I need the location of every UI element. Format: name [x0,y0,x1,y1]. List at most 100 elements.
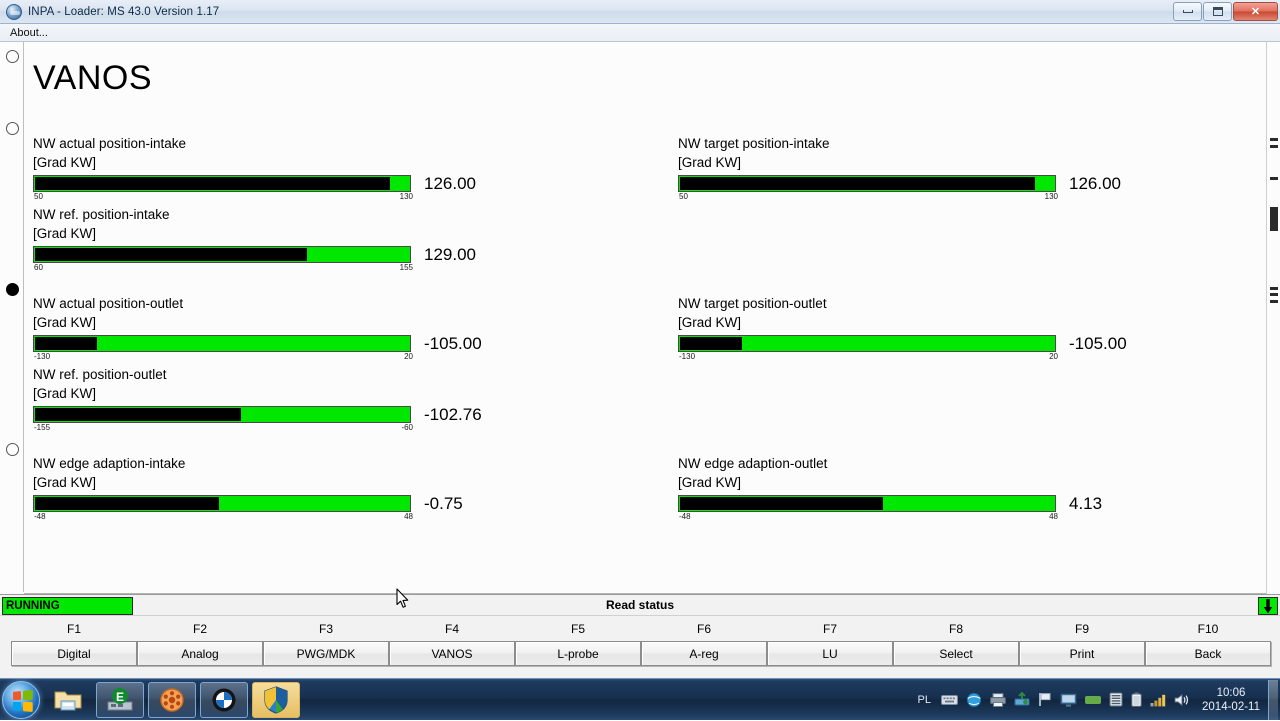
window-title-bar[interactable]: INPA - Loader: MS 43.0 Version 1.17 ✕ [0,0,1280,24]
fkey-group-f8: F8 Select [893,616,1019,666]
gauge-unit: [Grad KW] [33,315,97,330]
green-status-icon[interactable] [1085,694,1102,706]
gauge-nw-ref-position-outlet: NW ref. position-outlet [Grad KW] -102.7… [33,365,493,434]
rail-tick [1270,177,1278,180]
gauge-scale-min: -130 [34,352,51,361]
gauge-scale: 60 155 [33,263,413,274]
maximize-icon [1212,6,1223,16]
gauge-scale: -48 48 [678,512,1058,523]
clock-time: 10:06 [1216,686,1246,699]
gutter-marker-4[interactable] [6,443,19,456]
gauge-scale-max: 48 [1049,512,1058,521]
bmw-logo-icon [212,688,236,711]
fkey-button-back[interactable]: Back [1145,641,1271,666]
gauge-nw-actual-position-outlet: NW actual position-outlet [Grad KW] -105… [33,294,493,363]
client-area: VANOS NW actual position-intake [Grad KW… [0,42,1280,678]
gauge-bar [33,175,411,192]
gauge-label: NW target position-outlet [678,296,827,311]
printer-icon[interactable] [990,692,1006,707]
gauge-bar [33,406,411,423]
right-rail[interactable] [1266,42,1280,594]
taskbar-item-ediabas[interactable]: E [96,681,144,718]
fkey-button-vanos[interactable]: VANOS [389,641,515,666]
gauge-scale-min: 60 [34,263,43,272]
fkey-button-pwg-mdk[interactable]: PWG/MDK [263,641,389,666]
maximize-button[interactable] [1203,1,1232,21]
taskbar-item-bmw-tool[interactable] [200,681,248,718]
battery-list-icon[interactable] [1109,692,1123,707]
gutter-marker-2[interactable] [6,122,19,135]
gauge-bar-fill [35,497,219,510]
gauge-unit: [Grad KW] [678,155,742,170]
rail-tick [1270,207,1278,231]
fkey-group-f6: F6 A-reg [641,616,767,666]
minimize-button[interactable] [1173,1,1202,21]
gutter-marker-3-selected[interactable] [6,283,19,296]
safely-remove-icon[interactable] [1014,692,1030,707]
gauge-label: NW ref. position-outlet [33,367,167,382]
flag-icon[interactable] [1038,692,1052,707]
gauge-nw-edge-adaption-intake: NW edge adaption-intake [Grad KW] -0.75 … [33,454,493,523]
gauge-nw-edge-adaption-outlet: NW edge adaption-outlet [Grad KW] 4.13 -… [678,454,1138,523]
fkey-button-select[interactable]: Select [893,641,1019,666]
gauge-nw-ref-position-intake: NW ref. position-intake [Grad KW] 129.00… [33,205,493,274]
gutter-marker-1[interactable] [6,50,19,63]
read-status-label: Read status [605,598,675,612]
taskbar-item-windows-explorer[interactable] [44,682,92,718]
fkey-group-f9: F9 Print [1019,616,1145,666]
window-controls: ✕ [1172,1,1280,22]
gauge-nw-actual-position-intake: NW actual position-intake [Grad KW] 126.… [33,134,493,203]
gauge-scale-max: 130 [399,192,413,201]
gauge-bar [33,246,411,263]
gauge-bar-fill [680,497,884,510]
start-button[interactable] [2,680,40,719]
gauge-nw-target-position-intake: NW target position-intake [Grad KW] 126.… [678,134,1138,203]
fkey-button-l-probe[interactable]: L-probe [515,641,641,666]
taskbar-item-inpa[interactable] [148,681,196,718]
close-button[interactable]: ✕ [1233,1,1278,21]
gauge-bar [678,495,1056,512]
fkey-group-f5: F5 L-probe [515,616,641,666]
fkey-button-print[interactable]: Print [1019,641,1145,666]
system-tray: PL 10:06 2014-02-11 [912,679,1280,721]
inpa-disc-icon [160,687,184,712]
app-icon [6,3,22,20]
fkey-group-f4: F4 VANOS [389,616,515,666]
fkey-button-lu[interactable]: LU [767,641,893,666]
gauge-scale-max: 48 [404,512,413,521]
rail-tick [1270,300,1278,303]
clock-date: 2014-02-11 [1202,700,1260,713]
volume-icon[interactable] [1174,693,1190,707]
ediabas-icon: E [107,687,133,710]
gauge-value: -105.00 [1069,334,1127,353]
fkey-group-f7: F7 LU [767,616,893,666]
gauge-value: 129.00 [424,245,476,264]
network-globe-icon[interactable] [966,692,982,708]
fkey-button-a-reg[interactable]: A-reg [641,641,767,666]
taskbar-item-inpa-loader[interactable] [252,681,300,718]
gauge-bar [678,335,1056,352]
function-key-bar: F1 Digital F2 Analog F3 PWG/MDK F4 VANOS… [0,616,1280,678]
fkey-group-f3: F3 PWG/MDK [263,616,389,666]
menu-item-about[interactable]: About... [4,26,54,40]
gauge-scale-max: 20 [404,352,413,361]
keyboard-icon[interactable] [941,693,959,706]
show-desktop-button[interactable] [1268,679,1278,720]
gauge-unit: [Grad KW] [33,386,97,401]
signal-icon[interactable] [1150,693,1166,707]
gauge-scale-min: -130 [679,352,696,361]
gauge-scale-max: -60 [401,423,413,432]
gauge-value: -105.00 [424,334,482,353]
gauge-scale: -48 48 [33,512,413,523]
tray-language-indicator[interactable]: PL [918,694,931,706]
gauge-bar-fill [35,248,307,261]
window-title: INPA - Loader: MS 43.0 Version 1.17 [28,5,220,18]
display-icon[interactable] [1060,692,1077,707]
fkey-button-digital[interactable]: Digital [11,641,137,666]
taskbar-clock[interactable]: 10:06 2014-02-11 [1202,686,1260,714]
fkey-button-analog[interactable]: Analog [137,641,263,666]
rail-tick [1270,293,1278,296]
scroll-down-indicator[interactable] [1258,597,1278,615]
battery-icon[interactable] [1131,692,1142,707]
shield-icon [264,685,288,714]
